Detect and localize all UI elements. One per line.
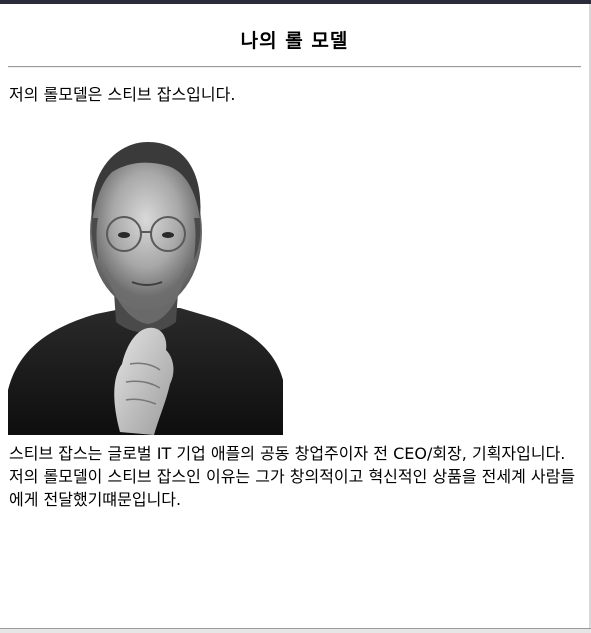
page-title: 나의 롤 모델: [240, 30, 349, 52]
description: 스티브 잡스는 글로벌 IT 기업 애플의 공동 창업주이자 전 CEO/회장,…: [9, 442, 577, 511]
description-line-2: 저의 롤모델이 스티브 잡스인 이유는 그가 창의적이고 혁신적인 상품을 전세…: [9, 467, 576, 509]
window-bottom-border: [0, 628, 591, 633]
divider: [8, 66, 581, 68]
description-line-1: 스티브 잡스는 글로벌 IT 기업 애플의 공동 창업주이자 전 CEO/회장,…: [9, 444, 566, 463]
portrait-photo: [8, 132, 283, 435]
page-content: 나의 롤 모델 저의 롤모델은 스티브 잡스입니다. 스티브 잡스는 글로벌 I…: [0, 4, 589, 628]
intro-text: 저의 롤모델은 스티브 잡스입니다.: [9, 85, 236, 104]
